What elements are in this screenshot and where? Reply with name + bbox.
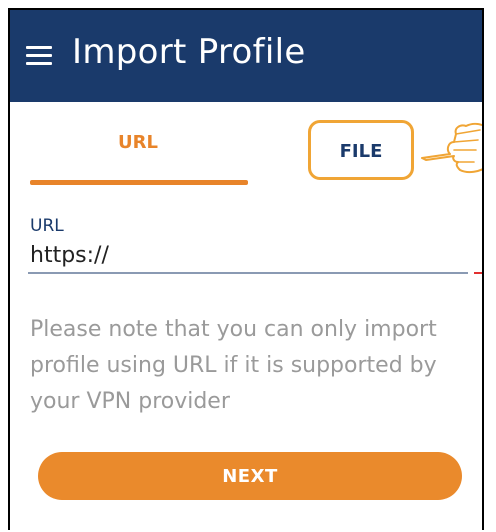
url-input[interactable] xyxy=(28,238,468,274)
app-screen: Import Profile URL FILE URL Please note … xyxy=(8,8,484,530)
page-title: Import Profile xyxy=(72,32,306,72)
pointing-hand-icon xyxy=(421,122,482,174)
app-bar: Import Profile xyxy=(10,10,482,102)
url-field-label: URL xyxy=(30,216,64,236)
next-button[interactable]: NEXT xyxy=(38,452,462,500)
active-tab-indicator xyxy=(30,180,248,185)
hamburger-menu-icon[interactable] xyxy=(26,46,52,66)
edge-marker xyxy=(474,272,482,274)
info-note: Please note that you can only import pro… xyxy=(30,317,437,414)
tab-url[interactable]: URL xyxy=(32,126,244,160)
tab-file[interactable]: FILE xyxy=(308,120,414,180)
